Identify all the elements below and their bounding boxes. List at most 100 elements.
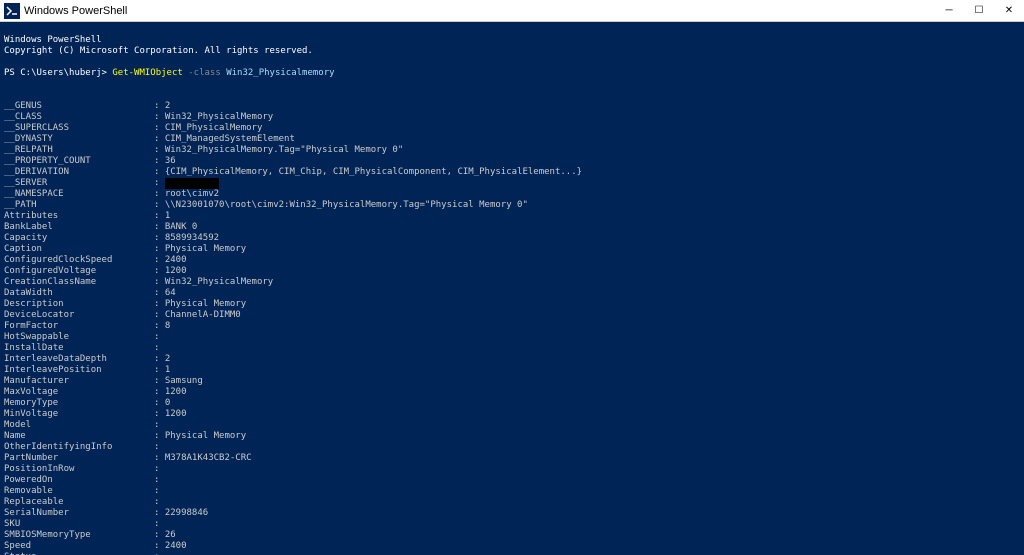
output-row: __GENUS: 2 [4,101,1020,112]
output-key: OtherIdentifyingInfo [4,442,154,453]
output-row: PartNumber: M378A1K43CB2-CRC [4,453,1020,464]
output-row: __DERIVATION: {CIM_PhysicalMemory, CIM_C… [4,167,1020,178]
output-value: 8589934592 [165,233,219,244]
output-row: PositionInRow: [4,464,1020,475]
output-row: Manufacturer: Samsung [4,376,1020,387]
output-key: __PATH [4,200,154,211]
output-key: __NAMESPACE [4,189,154,200]
minimize-button[interactable]: ─ [934,0,964,22]
output-value: 0 [165,398,170,409]
output-value: 1200 [165,387,187,398]
output-row: __PATH: \\N23001070\root\cimv2:Win32_Phy… [4,200,1020,211]
output-key: PositionInRow [4,464,154,475]
output-value: BANK 0 [165,222,198,233]
output-key: Manufacturer [4,376,154,387]
output-key: __CLASS [4,112,154,123]
output-value: root\cimv2 [165,189,219,200]
output-value: 26 [165,530,176,541]
output-row: Removable: [4,486,1020,497]
output-row: MemoryType: 0 [4,398,1020,409]
output-row: MinVoltage: 1200 [4,409,1020,420]
output-key: DataWidth [4,288,154,299]
output-key: Removable [4,486,154,497]
output-row: __RELPATH: Win32_PhysicalMemory.Tag="Phy… [4,145,1020,156]
prompt-arg: Win32_Physicalmemory [226,68,334,78]
output-value: 1200 [165,266,187,277]
output-value: Physical Memory [165,244,246,255]
output-row: __CLASS: Win32_PhysicalMemory [4,112,1020,123]
output-key: BankLabel [4,222,154,233]
output-key: __SUPERCLASS [4,123,154,134]
output-row: Attributes: 1 [4,211,1020,222]
output-row: __SERVER: [4,178,1020,189]
output-row: Speed: 2400 [4,541,1020,552]
output-key: __GENUS [4,101,154,112]
close-button[interactable]: ✕ [994,0,1024,22]
output-value [165,178,219,189]
output-value: 8 [165,321,170,332]
output-row: Description: Physical Memory [4,299,1020,310]
output-value: 1 [165,211,170,222]
output-value: M378A1K43CB2-CRC [165,453,252,464]
output-key: SMBIOSMemoryType [4,530,154,541]
output-value: ChannelA-DIMM0 [165,310,241,321]
output-key: InterleavePosition [4,365,154,376]
window-title: Windows PowerShell [24,5,934,17]
output-row: HotSwappable: [4,332,1020,343]
output-value: Win32_PhysicalMemory.Tag="Physical Memor… [165,145,403,156]
output-value: 2400 [165,255,187,266]
output-key: ConfiguredVoltage [4,266,154,277]
console-output[interactable]: Windows PowerShell Copyright (C) Microso… [0,22,1024,555]
output-value: Physical Memory [165,431,246,442]
powershell-icon [4,3,20,19]
output-key: MemoryType [4,398,154,409]
prompt-prefix: PS C:\Users\huberj> [4,68,107,78]
output-value: 2 [165,354,170,365]
output-row: InstallDate: [4,343,1020,354]
output-key: __PROPERTY_COUNT [4,156,154,167]
output-value: {CIM_PhysicalMemory, CIM_Chip, CIM_Physi… [165,167,582,178]
output-key: MaxVoltage [4,387,154,398]
output-row: DataWidth: 64 [4,288,1020,299]
output-row: Capacity: 8589934592 [4,233,1020,244]
maximize-button[interactable]: ☐ [964,0,994,22]
output-key: __RELPATH [4,145,154,156]
output-row: Name: Physical Memory [4,431,1020,442]
output-row: Model: [4,420,1020,431]
output-row: SKU: [4,519,1020,530]
output-key: SKU [4,519,154,530]
output-value: CIM_PhysicalMemory [165,123,263,134]
output-row: Caption: Physical Memory [4,244,1020,255]
output-value: 2 [165,101,170,112]
prompt-line: PS C:\Users\huberj> Get-WMIObject -class… [4,68,335,78]
output-key: __SERVER [4,178,154,189]
output-value: 36 [165,156,176,167]
output-key: HotSwappable [4,332,154,343]
output-key: DeviceLocator [4,310,154,321]
output-row: PoweredOn: [4,475,1020,486]
output-key: Caption [4,244,154,255]
output-value: CIM_ManagedSystemElement [165,134,295,145]
output-key: Attributes [4,211,154,222]
output-row: ConfiguredVoltage: 1200 [4,266,1020,277]
output-key: CreationClassName [4,277,154,288]
output-value: 22998846 [165,508,208,519]
output-key: __DYNASTY [4,134,154,145]
output-key: Description [4,299,154,310]
output-key: Speed [4,541,154,552]
output-row: FormFactor: 8 [4,321,1020,332]
output-value: 1200 [165,409,187,420]
output-value: \\N23001070\root\cimv2:Win32_PhysicalMem… [165,200,528,211]
output-row: MaxVoltage: 1200 [4,387,1020,398]
output-key: Model [4,420,154,431]
output-value: Win32_PhysicalMemory [165,277,273,288]
output-key: InterleaveDataDepth [4,354,154,365]
output-row: __SUPERCLASS: CIM_PhysicalMemory [4,123,1020,134]
output-value: Samsung [165,376,203,387]
output-row: CreationClassName: Win32_PhysicalMemory [4,277,1020,288]
window-controls: ─ ☐ ✕ [934,0,1024,22]
output-row: InterleavePosition: 1 [4,365,1020,376]
output-key: PoweredOn [4,475,154,486]
output-value: Physical Memory [165,299,246,310]
prompt-flag: -class [188,68,221,78]
